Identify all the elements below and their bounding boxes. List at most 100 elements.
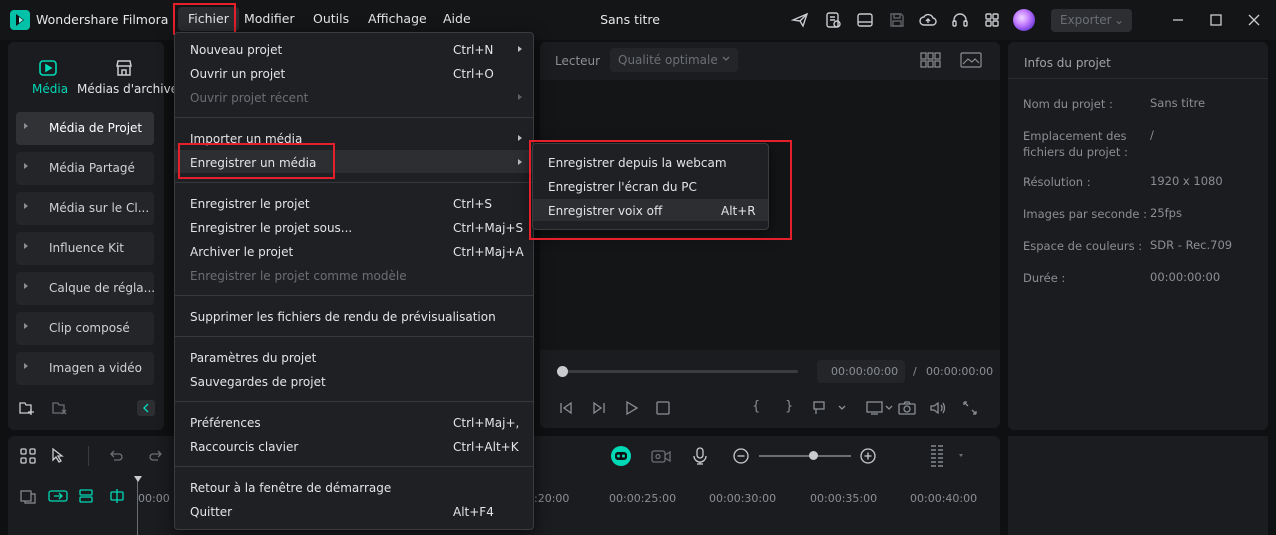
export-button[interactable]: Exporter ⌄: [1051, 9, 1132, 32]
menu-item-quitter[interactable]: Quitter: [190, 505, 232, 519]
menu-modifier[interactable]: Modifier: [234, 7, 305, 31]
camera-icon[interactable]: [898, 400, 916, 416]
mark-out-icon[interactable]: }: [785, 399, 793, 414]
sidebar-item-media-cloud[interactable]: Média sur le Cl...: [16, 192, 154, 225]
image-snapshot-icon[interactable]: [960, 52, 982, 68]
menu-separator: [175, 466, 533, 467]
undo-icon[interactable]: [108, 448, 124, 464]
display-dropdown-icon[interactable]: [866, 400, 894, 416]
menu-item-enregistrer-sous[interactable]: Enregistrer le projet sous...: [190, 221, 352, 235]
current-time-field[interactable]: 00:00:00:00: [817, 360, 905, 383]
info-title: Infos du projet: [1024, 56, 1111, 70]
mark-in-icon[interactable]: {: [752, 399, 760, 414]
sidebar-item-imagen-video[interactable]: Imagen a vidéo: [16, 352, 154, 385]
media-icon[interactable]: [38, 58, 58, 78]
volume-icon[interactable]: [929, 400, 947, 416]
stop-icon[interactable]: [655, 400, 671, 416]
redo-icon[interactable]: [148, 448, 164, 464]
menu-separator: [175, 401, 533, 402]
caret-right-icon: [24, 123, 28, 129]
document-check-icon[interactable]: [824, 11, 842, 29]
menu-affichage[interactable]: Affichage: [358, 7, 437, 31]
track-settings-icon[interactable]: [78, 488, 96, 504]
submenu-arrow-icon: [518, 46, 522, 52]
sidebar-item-influence-kit[interactable]: Influence Kit: [16, 232, 154, 265]
select-pointer-icon[interactable]: [51, 448, 69, 464]
layout-grid-icon[interactable]: [20, 448, 36, 464]
menu-item-preferences[interactable]: Préférences: [190, 416, 261, 430]
new-folder-icon[interactable]: [19, 400, 35, 416]
menu-separator: [175, 182, 533, 183]
menu-aide[interactable]: Aide: [433, 7, 481, 31]
maximize-icon[interactable]: [1206, 10, 1226, 30]
folder-remove-icon[interactable]: [52, 400, 68, 416]
playhead-marker[interactable]: [134, 476, 142, 482]
playback-progress[interactable]: [558, 370, 798, 373]
info-label-nom: Nom du projet :: [1023, 97, 1113, 111]
next-frame-icon[interactable]: [591, 400, 607, 416]
video-effect-icon[interactable]: [651, 447, 671, 465]
audio-meter-icon[interactable]: [929, 444, 969, 468]
sidebar-item-media-partage[interactable]: Média Partagé: [16, 152, 154, 185]
link-track-icon[interactable]: [48, 488, 68, 504]
submenu-arrow-icon: [518, 159, 522, 165]
info-value-duree: 00:00:00:00: [1150, 270, 1221, 284]
quality-select[interactable]: Qualité optimale: [610, 48, 738, 72]
app-name: Wondershare Filmora: [36, 12, 169, 27]
shortcut-archiver-projet: Ctrl+Maj+A: [453, 245, 524, 259]
quality-value: Qualité optimale: [618, 53, 718, 67]
menu-item-supprimer-rendu[interactable]: Supprimer les fichiers de rendu de prévi…: [190, 310, 496, 324]
send-icon[interactable]: [791, 11, 809, 29]
menu-item-raccourcis-clavier[interactable]: Raccourcis clavier: [190, 440, 298, 454]
info-label-duree: Durée :: [1023, 271, 1066, 285]
user-avatar[interactable]: [1013, 9, 1035, 31]
sidebar-item-media-projet[interactable]: Média de Projet: [16, 112, 154, 145]
headset-icon[interactable]: [951, 11, 969, 29]
zoom-slider[interactable]: [759, 455, 851, 457]
menu-item-enregistrer-projet[interactable]: Enregistrer le projet: [190, 197, 310, 211]
zoom-in-icon[interactable]: [860, 448, 876, 464]
ai-robot-icon[interactable]: [610, 445, 632, 467]
sidebar-item-clip-compose[interactable]: Clip composé: [16, 312, 154, 345]
minimize-icon[interactable]: [1168, 10, 1188, 30]
prev-frame-icon[interactable]: [558, 400, 574, 416]
menu-separator: [175, 295, 533, 296]
marker-dropdown-icon[interactable]: [812, 400, 848, 416]
zoom-out-icon[interactable]: [733, 448, 749, 464]
grid-view-icon[interactable]: [920, 52, 942, 68]
caret-right-icon: [24, 363, 28, 369]
info-divider: [1008, 78, 1268, 79]
highlight-box-enregistrer-media: [178, 143, 335, 179]
playhead-handle[interactable]: [557, 366, 568, 377]
sidebar-item-calque-reglage[interactable]: Calque de régla...: [16, 272, 155, 305]
store-icon[interactable]: [114, 58, 134, 78]
menu-item-sauvegardes-projet[interactable]: Sauvegardes de projet: [190, 375, 326, 389]
tab-media[interactable]: Média: [32, 82, 68, 96]
close-icon[interactable]: [1244, 10, 1264, 30]
menu-item-ouvrir-projet[interactable]: Ouvrir un projet: [190, 67, 285, 81]
info-label-emplacement: Emplacement des fichiers du projet :: [1023, 129, 1128, 159]
toolbar-divider: [88, 446, 89, 466]
menu-item-nouveau-projet[interactable]: Nouveau projet: [190, 43, 282, 57]
menu-item-archiver-projet[interactable]: Archiver le projet: [190, 245, 293, 259]
menu-outils[interactable]: Outils: [303, 7, 359, 31]
cloud-upload-icon[interactable]: [919, 11, 937, 29]
menu-item-retour-demarrage[interactable]: Retour à la fenêtre de démarrage: [190, 481, 391, 495]
zoom-slider-handle[interactable]: [809, 451, 818, 460]
submenu-arrow-icon: [518, 94, 522, 100]
apps-grid-icon[interactable]: [983, 11, 1001, 29]
timeline-playhead[interactable]: [137, 476, 138, 535]
fullscreen-icon[interactable]: [962, 400, 978, 416]
shortcut-preferences: Ctrl+Maj+,: [453, 416, 520, 430]
menu-item-parametres-projet[interactable]: Paramètres du projet: [190, 351, 316, 365]
microphone-icon[interactable]: [692, 447, 708, 465]
collapse-panel-icon[interactable]: [137, 400, 155, 416]
add-track-icon[interactable]: [20, 488, 36, 504]
play-icon[interactable]: [624, 400, 640, 416]
magnet-split-icon[interactable]: [108, 488, 126, 504]
export-label: Exporter: [1060, 13, 1112, 27]
save-icon[interactable]: [888, 11, 906, 29]
tab-medias-archives[interactable]: Médias d'archives: [77, 82, 184, 96]
menu-item-enregistrer-modele: Enregistrer le projet comme modèle: [190, 269, 407, 283]
layout-icon[interactable]: [856, 11, 874, 29]
